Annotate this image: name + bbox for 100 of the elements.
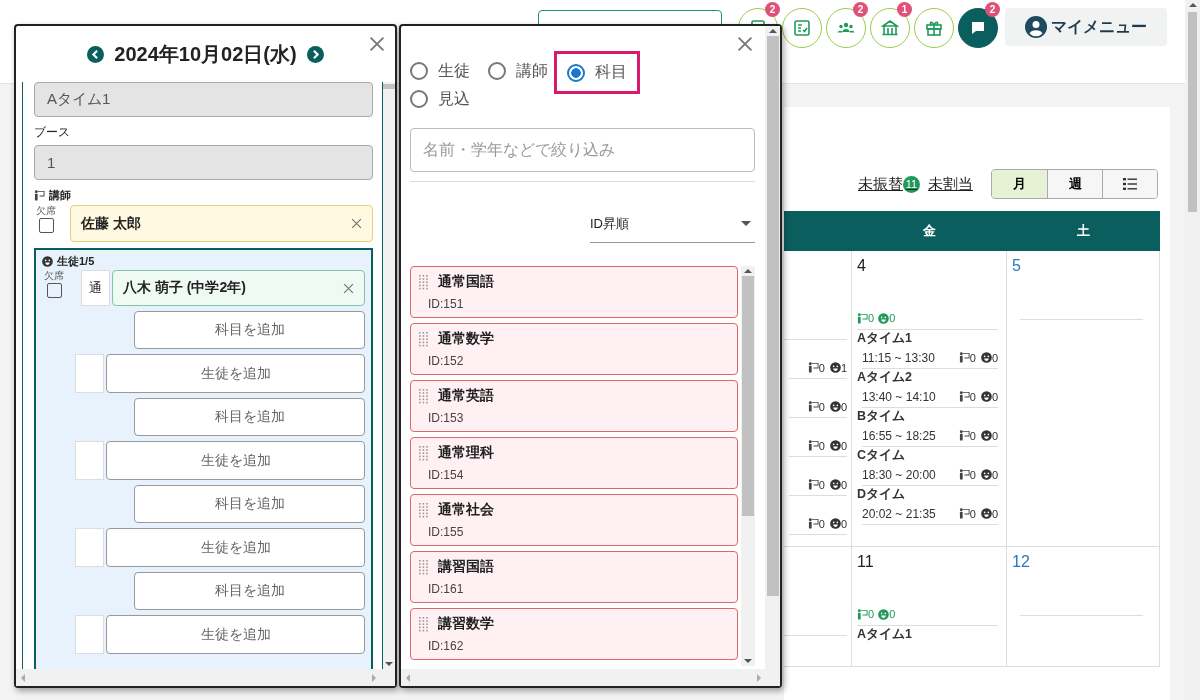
day-number: 4 <box>857 257 867 276</box>
filter-field[interactable]: 名前・学年などで絞り込み <box>410 128 755 172</box>
student-icon <box>829 518 841 529</box>
scroll-thumb[interactable] <box>383 84 395 89</box>
scrollbar[interactable] <box>741 266 755 666</box>
add-subject-button[interactable]: 科目を追加 <box>134 311 365 349</box>
time-range: 13:40 ~ 14:10 <box>862 389 936 404</box>
section-label: 講師 <box>49 188 71 203</box>
add-student-button[interactable]: 生徒を追加 <box>106 528 365 567</box>
radio-option[interactable]: 見込 <box>410 88 470 110</box>
subject-card[interactable]: 講習数学 ID:162 <box>410 608 738 660</box>
add-subject-button[interactable]: 科目を追加 <box>134 485 365 523</box>
add-student-button[interactable]: 生徒を追加 <box>106 615 365 654</box>
time-range: 20:02 ~ 21:35 <box>862 506 936 521</box>
drag-handle-icon[interactable] <box>419 559 429 575</box>
checklist-icon <box>792 18 812 38</box>
scroll-down-icon[interactable] <box>385 659 393 669</box>
drag-handle-icon[interactable] <box>419 616 429 632</box>
close-button[interactable] <box>737 36 753 52</box>
scrollbar[interactable] <box>765 26 780 669</box>
time-slot-name: Aタイム2 <box>857 369 913 386</box>
subject-card[interactable]: 通常英語 ID:153 <box>410 380 738 432</box>
student-icon <box>980 352 992 363</box>
subject-card[interactable]: 通常社会 ID:155 <box>410 494 738 546</box>
subject-card[interactable]: 通常理科 ID:154 <box>410 437 738 489</box>
subject-card[interactable]: 講習国語 ID:161 <box>410 551 738 603</box>
radio-option[interactable]: 科目 <box>554 51 640 94</box>
student-count: 0 <box>840 400 847 413</box>
view-tab[interactable]: 週 <box>1047 170 1102 198</box>
teacher-count: 0 <box>818 400 825 413</box>
student-icon <box>42 256 53 267</box>
student-icon <box>829 440 841 451</box>
add-student-button[interactable]: 生徒を追加 <box>106 441 365 480</box>
gift-button[interactable] <box>914 8 954 48</box>
close-button[interactable] <box>351 218 362 229</box>
absent-checkbox[interactable] <box>46 283 62 298</box>
subject-card[interactable]: 通常国語 ID:151 <box>410 266 738 318</box>
scroll-left-icon[interactable] <box>405 673 411 682</box>
subject-name: 通常数学 <box>438 330 494 348</box>
close-button[interactable] <box>343 282 354 294</box>
teacher-name: 佐藤 太郎 <box>81 214 141 233</box>
teacher-card[interactable]: 佐藤 太郎 <box>70 205 373 242</box>
scrollbar[interactable] <box>401 669 780 686</box>
weekday-header <box>784 211 852 251</box>
add-subject-button[interactable]: 科目を追加 <box>134 398 365 436</box>
field-label: ブース <box>34 124 71 141</box>
scroll-down-icon[interactable] <box>744 656 752 666</box>
sort-dropdown[interactable]: ID昇順 <box>590 206 755 243</box>
scroll-up-icon[interactable] <box>744 266 752 276</box>
radio-button[interactable] <box>567 63 585 82</box>
list-view-button[interactable] <box>1102 170 1157 198</box>
next-icon[interactable] <box>306 45 324 63</box>
radio-button[interactable] <box>488 62 506 80</box>
teacher-icon <box>958 430 970 441</box>
drag-handle-icon[interactable] <box>419 388 429 404</box>
absent-checkbox[interactable] <box>38 218 54 233</box>
view-tab[interactable]: 月 <box>992 170 1047 198</box>
day-number: 5 <box>1012 257 1022 276</box>
teacher-icon <box>958 352 970 363</box>
time-slot-field[interactable]: Aタイム1 <box>34 82 373 117</box>
scroll-up-icon[interactable] <box>1188 0 1197 10</box>
student-count: 0 <box>991 351 998 364</box>
my-menu-button[interactable]: マイメニュー <box>1005 8 1167 46</box>
add-student-button[interactable]: 生徒を追加 <box>106 354 365 393</box>
student-count: 1 <box>840 361 847 374</box>
student-card[interactable]: 八木 萌子 (中学2年) <box>112 270 365 306</box>
scroll-right-icon[interactable] <box>371 673 377 682</box>
radio-button[interactable] <box>410 90 428 108</box>
scroll-up-icon[interactable] <box>768 26 777 36</box>
scroll-thumb[interactable] <box>742 276 754 516</box>
scroll-thumb[interactable] <box>766 36 779 596</box>
add-subject-button[interactable]: 科目を追加 <box>134 572 365 610</box>
student-icon <box>980 430 992 441</box>
time-slot-name: Dタイム <box>857 486 907 503</box>
drag-handle-icon[interactable] <box>419 331 429 347</box>
notification-badge: 2 <box>985 2 1000 17</box>
drag-handle-icon[interactable] <box>419 445 429 461</box>
checklist-button[interactable] <box>782 8 822 48</box>
student-count: 0 <box>840 478 847 491</box>
filter-link[interactable]: 未振替 11 <box>858 175 920 194</box>
close-button[interactable] <box>369 36 385 52</box>
previous-icon[interactable] <box>87 45 105 63</box>
drag-handle-icon[interactable] <box>419 274 429 290</box>
teacher-count: 0 <box>969 468 976 481</box>
radio-option[interactable]: 生徒 <box>410 51 470 91</box>
filter-link[interactable]: 未割当 <box>928 175 973 194</box>
scrollbar[interactable] <box>383 82 395 669</box>
drag-handle-icon[interactable] <box>419 502 429 518</box>
scrollbar[interactable] <box>16 669 395 686</box>
building-icon <box>880 18 900 38</box>
time-range: 11:15 ~ 13:30 <box>862 350 935 365</box>
close-icon <box>737 36 753 52</box>
booth-field[interactable]: 1 <box>34 145 373 180</box>
scroll-left-icon[interactable] <box>20 673 26 682</box>
radio-button[interactable] <box>410 62 428 80</box>
subject-card[interactable]: 通常数学 ID:152 <box>410 323 738 375</box>
scroll-thumb[interactable] <box>1188 12 1197 212</box>
subject-id: ID:161 <box>428 582 465 596</box>
scroll-right-icon[interactable] <box>756 673 762 682</box>
radio-option[interactable]: 講師 <box>488 51 548 91</box>
